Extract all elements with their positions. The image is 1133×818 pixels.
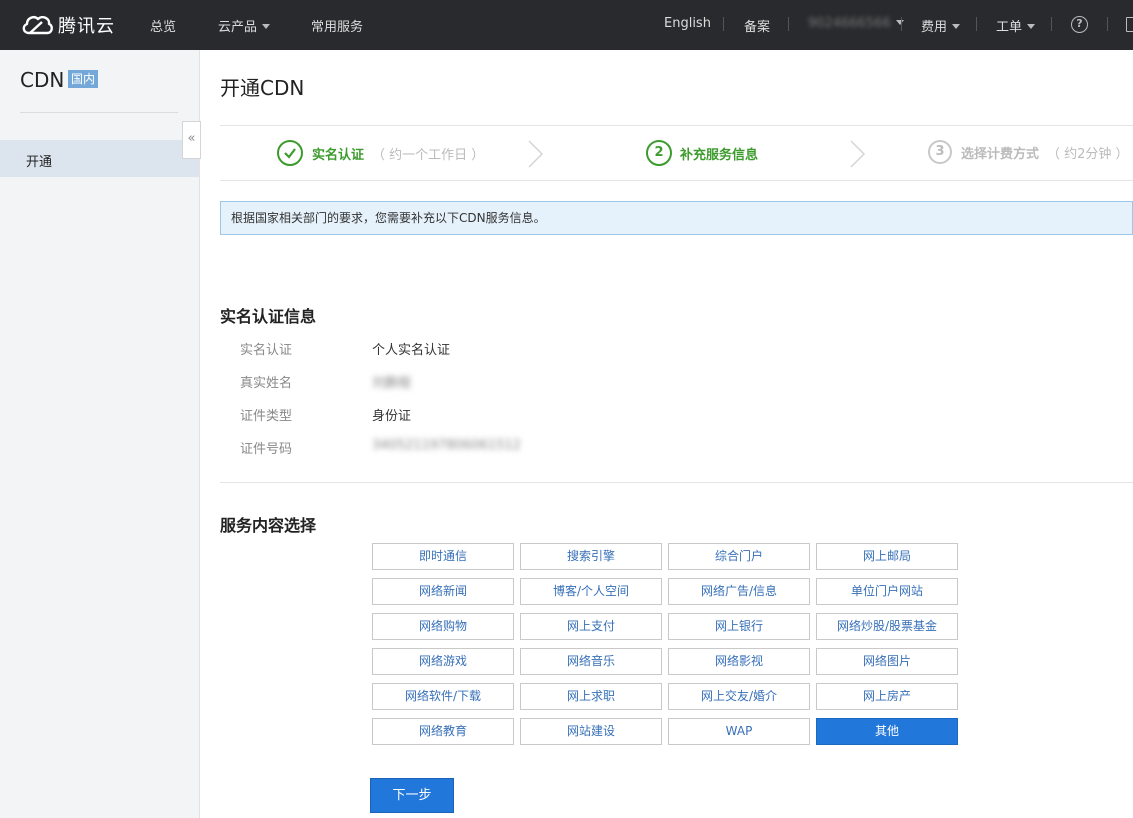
service-option-button[interactable]: 网络购物: [372, 613, 514, 640]
service-option-button[interactable]: WAP: [668, 718, 810, 745]
service-option-button[interactable]: 其他: [816, 718, 958, 745]
nav-divider: [788, 17, 789, 31]
sidebar-divider: [20, 112, 178, 113]
info-label: 证件类型: [240, 409, 293, 424]
service-option-button[interactable]: 网络软件/下载: [372, 683, 514, 710]
realname-section-title: 实名认证信息: [220, 307, 317, 326]
sidebar-item-label: 开通: [26, 155, 53, 170]
service-option-button[interactable]: 网络音乐: [520, 648, 662, 675]
service-option-button[interactable]: 网络广告/信息: [668, 578, 810, 605]
service-option-button[interactable]: 网上银行: [668, 613, 810, 640]
step-1: 实名认证 （ 约一个工作日 ）: [277, 140, 484, 166]
step-label: 补充服务信息: [680, 147, 759, 163]
info-value: 个人实名认证: [372, 343, 451, 358]
step-number: 3: [928, 140, 952, 164]
sidebar: CDN 国内 开通 «: [0, 50, 201, 818]
nav-divider: [1051, 17, 1052, 31]
question-circle-icon[interactable]: ?: [1071, 16, 1088, 33]
chevron-down-icon: [1027, 24, 1036, 29]
step-note: （ 约一个工作日 ）: [372, 147, 485, 163]
service-option-button[interactable]: 网络新闻: [372, 578, 514, 605]
step-2: 2 补充服务信息: [646, 140, 758, 166]
filing-link[interactable]: 备案: [744, 16, 770, 35]
billing-menu[interactable]: 费用: [921, 16, 961, 35]
service-option-button[interactable]: 即时通信: [372, 543, 514, 570]
top-navigation-bar: 腾讯云 总览 云产品 常用服务 English 备案 9024666566 费用…: [0, 0, 1133, 50]
step-progress: 实名认证 （ 约一个工作日 ） 2 补充服务信息 3 选择计费方式 （ 约2分钟…: [220, 125, 1133, 181]
sidebar-item-activate[interactable]: 开通: [0, 140, 199, 177]
service-option-button[interactable]: 网络影视: [668, 648, 810, 675]
service-option-button[interactable]: 网上邮局: [816, 543, 958, 570]
section-divider: [220, 482, 1133, 483]
billing-label: 费用: [921, 20, 948, 35]
step-label: 实名认证: [312, 147, 365, 163]
region-badge: 国内: [68, 70, 99, 88]
nav-divider: [976, 17, 977, 31]
info-label: 证件号码: [240, 442, 293, 457]
service-option-button[interactable]: 网上支付: [520, 613, 662, 640]
service-option-button[interactable]: 综合门户: [668, 543, 810, 570]
nav-divider: [723, 17, 724, 31]
info-value: 刘鹏程: [372, 376, 412, 391]
account-id: 9024666566: [808, 16, 891, 31]
service-option-button[interactable]: 网站建设: [520, 718, 662, 745]
chevron-right-icon: [528, 140, 544, 168]
ticket-menu[interactable]: 工单: [996, 16, 1036, 35]
cloud-logo-icon: [22, 16, 53, 35]
nav-divider: [901, 17, 902, 31]
step-3: 3 选择计费方式 （ 约2分钟 ）: [928, 140, 1129, 164]
info-value: 身份证: [372, 409, 412, 424]
nav-cloud-products-label: 云产品: [218, 20, 258, 35]
nav-cloud-products[interactable]: 云产品: [218, 16, 271, 35]
info-label: 实名认证: [240, 343, 293, 358]
collapse-sidebar-button[interactable]: «: [182, 121, 201, 159]
services-section-title: 服务内容选择: [220, 516, 317, 535]
info-value: 340521197806061512: [372, 438, 521, 453]
service-option-button[interactable]: 网络游戏: [372, 648, 514, 675]
step-note: （ 约2分钟 ）: [1047, 146, 1129, 162]
document-icon[interactable]: [1126, 17, 1133, 32]
ticket-label: 工单: [996, 20, 1023, 35]
page-title: 开通CDN: [220, 76, 305, 100]
service-option-button[interactable]: 网上交友/婚介: [668, 683, 810, 710]
service-option-button[interactable]: 网上求职: [520, 683, 662, 710]
chevron-down-icon: [262, 24, 271, 29]
nav-overview[interactable]: 总览: [150, 16, 176, 35]
service-option-button[interactable]: 网络炒股/股票基金: [816, 613, 958, 640]
info-notice: 根据国家相关部门的要求，您需要补充以下CDN服务信息。: [220, 201, 1133, 235]
chevron-down-icon: [895, 20, 904, 25]
step-label: 选择计费方式: [961, 146, 1040, 162]
service-option-button[interactable]: 单位门户网站: [816, 578, 958, 605]
english-link[interactable]: English: [664, 16, 711, 31]
service-option-button[interactable]: 博客/个人空间: [520, 578, 662, 605]
service-option-button[interactable]: 网络图片: [816, 648, 958, 675]
chevron-right-icon: [850, 140, 866, 168]
sidebar-title: CDN: [20, 68, 65, 92]
step-number: 2: [646, 140, 672, 166]
service-option-button[interactable]: 网上房产: [816, 683, 958, 710]
logo[interactable]: 腾讯云: [20, 11, 115, 39]
info-label: 真实姓名: [240, 376, 293, 391]
chevron-down-icon: [952, 24, 961, 29]
service-option-button[interactable]: 网络教育: [372, 718, 514, 745]
next-step-button[interactable]: 下一步: [370, 778, 454, 813]
check-circle-icon: [277, 140, 303, 166]
nav-common-services[interactable]: 常用服务: [311, 16, 363, 35]
logo-text: 腾讯云: [58, 16, 115, 37]
account-menu[interactable]: 9024666566: [808, 16, 904, 31]
service-option-button[interactable]: 搜索引擎: [520, 543, 662, 570]
nav-divider: [1107, 17, 1108, 31]
